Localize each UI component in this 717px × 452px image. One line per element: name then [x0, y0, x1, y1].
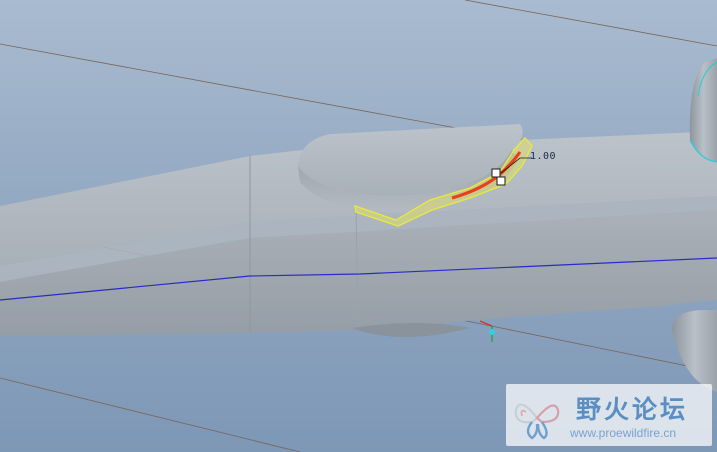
watermark-url: www.proewildfire.cn: [570, 426, 677, 440]
drag-handle[interactable]: [496, 176, 506, 186]
dimension-value[interactable]: 1.00: [530, 151, 556, 162]
watermark: 野火论坛 www.proewildfire.cn: [506, 384, 712, 446]
watermark-title: 野火论坛: [576, 395, 689, 424]
datum-line: [464, 0, 717, 47]
datum-line: [0, 377, 301, 452]
drag-handle[interactable]: [491, 168, 501, 178]
graphics-viewport[interactable]: 1.00 野火论坛 www.proewildfire.cn: [0, 0, 717, 452]
lower-right-cylinder[interactable]: [672, 310, 717, 392]
butterfly-logo-icon: [514, 403, 560, 440]
